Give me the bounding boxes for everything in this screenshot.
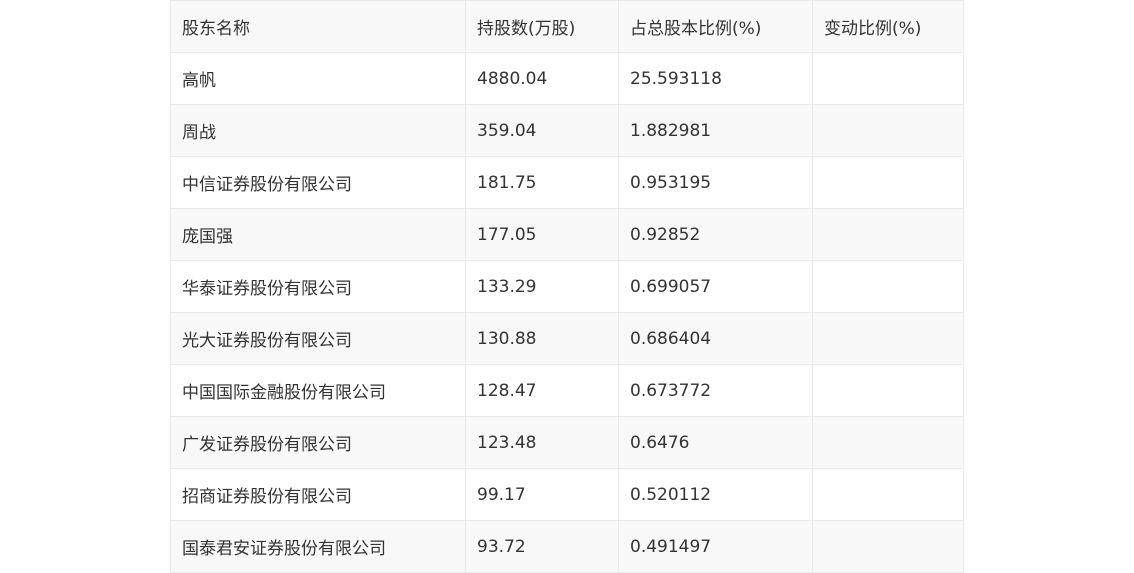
table-row: 庞国强 177.05 0.92852	[170, 208, 964, 261]
cell-change-ratio	[812, 104, 964, 157]
header-shares-held: 持股数(万股)	[465, 0, 619, 53]
table-row: 招商证券股份有限公司 99.17 0.520112	[170, 468, 964, 521]
cell-shares-held: 128.47	[465, 364, 619, 417]
cell-shareholder-name: 国泰君安证券股份有限公司	[170, 520, 466, 573]
cell-share-percentage: 0.699057	[618, 260, 813, 313]
cell-change-ratio	[812, 416, 964, 469]
cell-shareholder-name: 高帆	[170, 52, 466, 105]
cell-shares-held: 133.29	[465, 260, 619, 313]
cell-change-ratio	[812, 520, 964, 573]
cell-shares-held: 123.48	[465, 416, 619, 469]
cell-share-percentage: 25.593118	[618, 52, 813, 105]
shareholder-table: 股东名称 持股数(万股) 占总股本比例(%) 变动比例(%) 高帆 4880.0…	[170, 0, 964, 573]
cell-shares-held: 181.75	[465, 156, 619, 209]
header-share-percentage: 占总股本比例(%)	[618, 0, 813, 53]
table-row: 周战 359.04 1.882981	[170, 104, 964, 157]
cell-shareholder-name: 光大证券股份有限公司	[170, 312, 466, 365]
cell-share-percentage: 0.92852	[618, 208, 813, 261]
cell-share-percentage: 0.491497	[618, 520, 813, 573]
cell-shareholder-name: 周战	[170, 104, 466, 157]
cell-shareholder-name: 庞国强	[170, 208, 466, 261]
table-header-row: 股东名称 持股数(万股) 占总股本比例(%) 变动比例(%)	[170, 0, 964, 53]
header-shareholder-name: 股东名称	[170, 0, 466, 53]
cell-shareholder-name: 招商证券股份有限公司	[170, 468, 466, 521]
cell-share-percentage: 0.520112	[618, 468, 813, 521]
cell-shareholder-name: 中信证券股份有限公司	[170, 156, 466, 209]
table-row: 高帆 4880.04 25.593118	[170, 52, 964, 105]
cell-shares-held: 99.17	[465, 468, 619, 521]
cell-share-percentage: 1.882981	[618, 104, 813, 157]
cell-change-ratio	[812, 52, 964, 105]
table-row: 国泰君安证券股份有限公司 93.72 0.491497	[170, 520, 964, 573]
table-row: 光大证券股份有限公司 130.88 0.686404	[170, 312, 964, 365]
cell-share-percentage: 0.953195	[618, 156, 813, 209]
cell-share-percentage: 0.673772	[618, 364, 813, 417]
cell-shares-held: 93.72	[465, 520, 619, 573]
cell-share-percentage: 0.6476	[618, 416, 813, 469]
table-row: 中信证券股份有限公司 181.75 0.953195	[170, 156, 964, 209]
cell-shareholder-name: 中国国际金融股份有限公司	[170, 364, 466, 417]
cell-shareholder-name: 广发证券股份有限公司	[170, 416, 466, 469]
cell-change-ratio	[812, 260, 964, 313]
header-change-ratio: 变动比例(%)	[812, 0, 964, 53]
cell-change-ratio	[812, 156, 964, 209]
shareholder-table-container: 股东名称 持股数(万股) 占总股本比例(%) 变动比例(%) 高帆 4880.0…	[170, 0, 964, 573]
cell-shares-held: 177.05	[465, 208, 619, 261]
cell-shares-held: 4880.04	[465, 52, 619, 105]
cell-shares-held: 359.04	[465, 104, 619, 157]
table-row: 广发证券股份有限公司 123.48 0.6476	[170, 416, 964, 469]
cell-shareholder-name: 华泰证券股份有限公司	[170, 260, 466, 313]
cell-change-ratio	[812, 312, 964, 365]
cell-shares-held: 130.88	[465, 312, 619, 365]
cell-change-ratio	[812, 208, 964, 261]
table-row: 中国国际金融股份有限公司 128.47 0.673772	[170, 364, 964, 417]
cell-share-percentage: 0.686404	[618, 312, 813, 365]
table-row: 华泰证券股份有限公司 133.29 0.699057	[170, 260, 964, 313]
cell-change-ratio	[812, 364, 964, 417]
cell-change-ratio	[812, 468, 964, 521]
